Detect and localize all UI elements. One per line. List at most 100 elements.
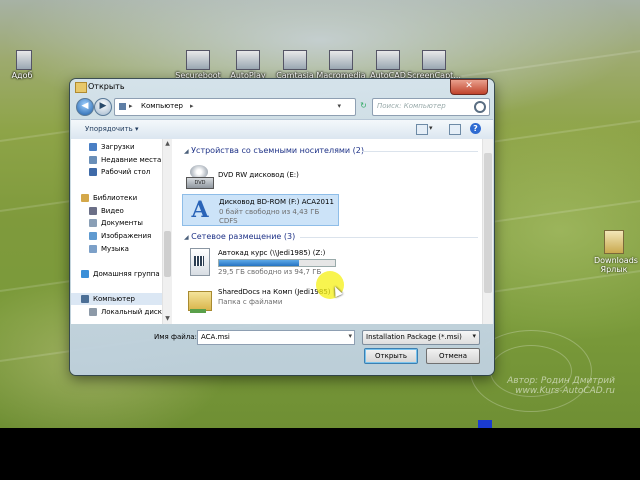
- sidebar-item[interactable]: Локальный диск: [71, 306, 162, 318]
- item-filesystem: CDFS: [219, 217, 238, 225]
- sidebar-item[interactable]: Рабочий стол: [71, 166, 162, 178]
- group-header-label: Сетевое размещение (3): [191, 232, 296, 241]
- divider: [362, 151, 478, 152]
- sidebar-item-icon: [89, 219, 97, 228]
- shortcut-icon: [16, 50, 32, 70]
- file-list-scrollbar[interactable]: [482, 139, 493, 324]
- sidebar-item-icon: [89, 168, 97, 177]
- watermark: Автор: Родин Дмитрий www.Kurs-AutoCAD.ru: [470, 376, 615, 396]
- organize-button[interactable]: Упорядочить ▾: [85, 125, 139, 133]
- item-name: Автокад курс (\\Jedi1985) (Z:): [218, 249, 326, 257]
- sidebar-item[interactable]: Загрузки: [71, 141, 162, 153]
- list-item-shared-docs[interactable]: SharedDocs на Комп (Jedi1985) Папка с фа…: [182, 285, 337, 315]
- refresh-icon[interactable]: ↻: [357, 98, 370, 114]
- letterbox-bar: [0, 428, 640, 480]
- watermark-url: www.Kurs-AutoCAD.ru: [515, 386, 615, 396]
- open-button[interactable]: Открыть: [364, 348, 418, 364]
- chevron-down-icon[interactable]: ▾: [429, 124, 433, 132]
- shortcut-icon: [236, 50, 260, 70]
- sidebar-item-icon: [81, 295, 89, 304]
- desktop-icon-sublabel: Ярлык: [600, 265, 628, 274]
- sidebar-item-label: Музыка: [101, 244, 129, 253]
- list-item-dvd-rw[interactable]: DVD DVD RW дисковод (E:): [182, 161, 337, 191]
- desktop-icon-downloads[interactable]: Downloads Ярлык: [594, 230, 638, 274]
- sidebar-item-icon: [89, 143, 97, 151]
- sidebar-item[interactable]: Недавние места: [71, 154, 162, 166]
- desktop-icon-screencapt[interactable]: ScreenCapt...: [406, 50, 462, 80]
- forward-arrow-icon[interactable]: ▶: [94, 98, 112, 116]
- sidebar-item-label: Компьютер: [93, 295, 135, 304]
- dialog-body: Загрузки Недавние места Рабочий стол Библио…: [71, 139, 493, 324]
- chevron-down-icon[interactable]: ▾: [337, 102, 341, 110]
- sidebar-item-icon: [89, 155, 97, 164]
- sidebar-item-icon: [81, 270, 89, 278]
- sidebar-item[interactable]: Музыка: [71, 243, 162, 255]
- desktop-icon-left[interactable]: Адоб: [0, 50, 38, 80]
- breadcrumb[interactable]: Компьютер: [141, 102, 183, 110]
- scroll-thumb[interactable]: [484, 153, 492, 293]
- close-button[interactable]: ✕: [450, 79, 488, 95]
- list-item-bd-rom[interactable]: A Дисковод BD-ROM (F:) ACA2011 0 байт св…: [182, 194, 339, 226]
- sidebar-item[interactable]: Компьютер: [71, 293, 162, 306]
- shared-folder-icon: [186, 287, 212, 313]
- scroll-thumb[interactable]: [164, 231, 171, 277]
- blue-square-icon: [478, 420, 492, 428]
- address-bar[interactable]: ▸ Компьютер ▸ ▾: [114, 98, 356, 116]
- sidebar-item-label: Библиотеки: [93, 193, 138, 202]
- sidebar-item-label: Загрузки: [101, 143, 135, 151]
- view-icon[interactable]: [416, 124, 428, 135]
- cancel-button[interactable]: Отмена: [426, 348, 480, 364]
- chevron-down-icon[interactable]: ▾: [348, 332, 352, 340]
- scroll-down-icon[interactable]: ▼: [164, 315, 171, 323]
- item-name: Дисковод BD-ROM (F:) ACA2011: [219, 198, 334, 206]
- dialog-title: Открыть: [88, 82, 125, 91]
- folder-icon: [75, 82, 87, 93]
- network-drive-icon: [186, 248, 212, 276]
- shortcut-icon: [376, 50, 400, 70]
- list-item-network-drive[interactable]: Автокад курс (\\Jedi1985) (Z:) 29,5 ГБ с…: [182, 246, 337, 276]
- navigation-pane: Загрузки Недавние места Рабочий стол Библио…: [71, 139, 162, 324]
- sidebar-item-icon: [89, 244, 97, 253]
- item-free-space: 0 байт свободно из 4,43 ГБ: [219, 208, 320, 216]
- dvd-drive-icon: DVD: [186, 163, 214, 189]
- back-arrow-icon[interactable]: ◀: [76, 98, 94, 116]
- sidebar-item-icon: [81, 193, 89, 202]
- breadcrumb-arrow[interactable]: ▸: [129, 102, 133, 110]
- sidebar-item-label: Локальный диск: [101, 308, 162, 317]
- group-header-removable[interactable]: ◢ Устройства со съемными носителями (2): [184, 146, 364, 155]
- breadcrumb-arrow[interactable]: ▸: [190, 102, 194, 110]
- shortcut-icon: [422, 50, 446, 70]
- sidebar-item-label: Рабочий стол: [101, 168, 151, 177]
- sidebar-item[interactable]: Видео: [71, 205, 162, 217]
- shortcut-icon: [329, 50, 353, 70]
- desktop-background: Адоб Secureboot AutoPlay Camtasia Macrom…: [0, 0, 640, 428]
- item-name: DVD RW дисковод (E:): [218, 171, 299, 179]
- filetype-value: Installation Package (*.msi): [366, 333, 462, 341]
- dialog-titlebar[interactable]: Открыть ✕: [70, 79, 494, 95]
- item-name: SharedDocs на Комп (Jedi1985): [218, 288, 331, 296]
- scroll-up-icon[interactable]: ▲: [164, 140, 171, 148]
- sidebar-item[interactable]: Документы: [71, 217, 162, 229]
- search-input[interactable]: Поиск: Компьютер: [372, 98, 490, 116]
- navigation-row: ◀ ▶ ▸ Компьютер ▸ ▾ ↻ Поиск: Компьютер: [76, 97, 490, 117]
- filename-field[interactable]: ACA.msi ▾: [197, 330, 355, 345]
- item-free-space: 29,5 ГБ свободно из 94,7 ГБ: [218, 268, 322, 276]
- toolbar: Упорядочить ▾ ▾ ?: [71, 119, 493, 140]
- autocad-disc-icon: A: [191, 197, 209, 223]
- desktop-icon-secureboot[interactable]: Secureboot: [170, 50, 226, 80]
- preview-pane-icon[interactable]: [449, 124, 461, 135]
- sidebar-item[interactable]: Домашняя группа: [71, 268, 162, 280]
- sidebar-item[interactable]: Библиотеки: [71, 192, 162, 204]
- help-icon[interactable]: ?: [470, 123, 481, 134]
- filetype-select[interactable]: Installation Package (*.msi) ▾: [362, 330, 480, 345]
- sidebar-item-label: Документы: [101, 219, 143, 228]
- shortcut-icon: [283, 50, 307, 70]
- navigation-scrollbar[interactable]: ▲ ▼: [162, 139, 172, 324]
- desktop-icon-label: Адоб: [11, 71, 33, 80]
- item-type: Папка с файлами: [218, 298, 283, 306]
- group-header-network[interactable]: ◢ Сетевое размещение (3): [184, 232, 295, 241]
- sidebar-item[interactable]: Изображения: [71, 230, 162, 242]
